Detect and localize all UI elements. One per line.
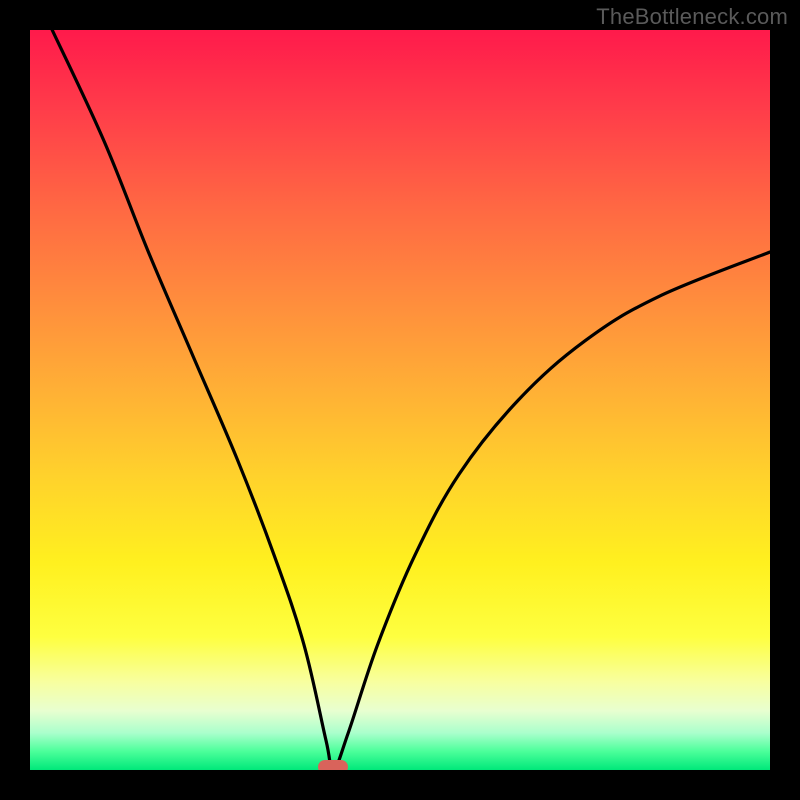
chart-container: TheBottleneck.com: [0, 0, 800, 800]
attribution-text: TheBottleneck.com: [596, 4, 788, 30]
optimum-marker: [318, 760, 348, 770]
curve-layer: [30, 30, 770, 770]
plot-area: [30, 30, 770, 770]
bottleneck-curve: [52, 30, 770, 770]
